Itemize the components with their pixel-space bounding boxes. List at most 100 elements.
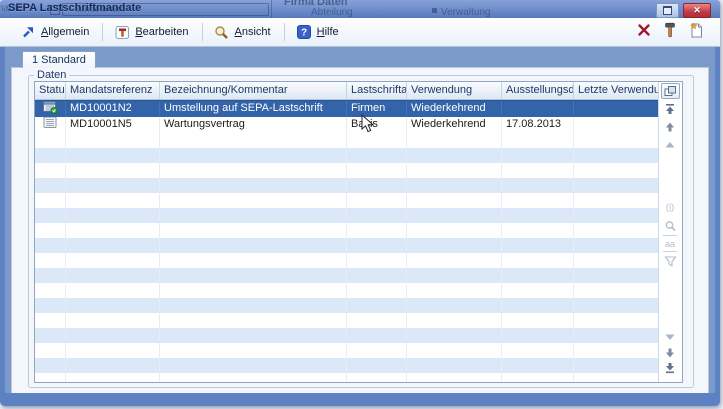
table-row[interactable]: MD10001N2Umstellung auf SEPA-Lastschrift… xyxy=(35,100,658,117)
grid-body: MD10001N2Umstellung auf SEPA-Lastschrift… xyxy=(35,100,658,382)
filter-icon xyxy=(664,255,677,268)
arrow-northeast-icon xyxy=(20,25,36,40)
menu-hilfe[interactable]: ?Hilfe xyxy=(290,23,347,42)
cell-letzte-verwendung xyxy=(574,101,658,117)
empty-cell xyxy=(66,163,160,178)
column-header-lastschriftart[interactable]: Lastschriftart xyxy=(347,82,407,99)
scroll-down-page-button[interactable] xyxy=(659,347,681,359)
toolbar-separator xyxy=(202,23,203,41)
scroll-up-button[interactable] xyxy=(659,139,681,151)
empty-row xyxy=(35,163,658,178)
empty-cell xyxy=(66,343,160,358)
cell-verwendung: Wiederkehrend xyxy=(407,117,502,133)
empty-cell xyxy=(66,298,160,313)
empty-cell xyxy=(66,373,160,382)
empty-cell xyxy=(407,358,502,373)
empty-cell xyxy=(35,148,66,163)
cell-bezeichnung-kommentar: Wartungsvertrag xyxy=(160,117,347,133)
ghost-divider xyxy=(271,0,272,18)
arrow-up-bar-icon xyxy=(664,103,676,115)
empty-cell xyxy=(35,253,66,268)
empty-cell xyxy=(407,223,502,238)
empty-cell xyxy=(347,358,407,373)
close-icon: ✕ xyxy=(693,5,701,16)
empty-cell xyxy=(574,268,658,283)
empty-cell xyxy=(160,133,347,148)
empty-cell xyxy=(574,148,658,163)
empty-cell xyxy=(35,283,66,298)
grid-main: StatusMandatsreferenzBezeichnung/Komment… xyxy=(35,82,658,382)
arrow-up-icon xyxy=(664,121,676,133)
empty-cell xyxy=(347,343,407,358)
empty-cell xyxy=(35,208,66,223)
column-header-letzte-verwendung[interactable]: Letzte Verwendung xyxy=(574,82,658,99)
hammer-icon xyxy=(663,22,677,43)
filter-button[interactable] xyxy=(659,255,681,268)
magnifier-icon xyxy=(214,25,230,40)
svg-text:?: ? xyxy=(301,28,307,39)
menu-allgemein[interactable]: Allgemein xyxy=(14,23,97,42)
empty-cell xyxy=(66,148,160,163)
copy-grid-button[interactable] xyxy=(661,83,680,99)
scroll-first-button[interactable] xyxy=(659,103,681,115)
empty-cell xyxy=(407,163,502,178)
empty-row xyxy=(35,313,658,328)
empty-cell xyxy=(347,283,407,298)
empty-cell xyxy=(574,313,658,328)
scroll-down-button[interactable] xyxy=(659,331,681,343)
empty-cell xyxy=(574,163,658,178)
titlebar[interactable]: name kunde brand Firma Daten Abteilung V… xyxy=(0,0,720,18)
column-header-ausstellungsdatum[interactable]: Ausstellungsdatum xyxy=(502,82,574,99)
empty-cell xyxy=(66,178,160,193)
tab-standard[interactable]: 1 Standard xyxy=(22,51,96,68)
table-row[interactable]: MD10001N5WartungsvertragBasisWiederkehre… xyxy=(35,117,658,133)
empty-cell xyxy=(347,238,407,253)
column-header-bezeichnung-kommentar[interactable]: Bezeichnung/Kommentar xyxy=(160,82,347,99)
empty-cell xyxy=(407,148,502,163)
empty-cell xyxy=(160,163,347,178)
empty-row xyxy=(35,208,658,223)
triangle-up-icon xyxy=(664,139,676,151)
empty-cell xyxy=(35,373,66,382)
empty-cell xyxy=(347,328,407,343)
tools-button[interactable] xyxy=(661,24,678,40)
delete-button[interactable] xyxy=(635,24,652,40)
column-header-verwendung[interactable]: Verwendung xyxy=(407,82,502,99)
search-button[interactable] xyxy=(659,220,681,233)
empty-cell xyxy=(407,178,502,193)
menu-bearbeiten[interactable]: Bearbeiten xyxy=(108,23,196,42)
empty-row xyxy=(35,358,658,373)
scroll-up-page-button[interactable] xyxy=(659,121,681,133)
edit-window-icon xyxy=(114,25,130,40)
empty-cell xyxy=(502,223,574,238)
empty-cell xyxy=(66,133,160,148)
empty-cell xyxy=(347,163,407,178)
cell-lastschriftart: Basis xyxy=(347,117,407,133)
new-document-button[interactable] xyxy=(687,24,704,40)
close-button[interactable]: ✕ xyxy=(683,3,711,18)
mandate-grid: StatusMandatsreferenzBezeichnung/Komment… xyxy=(34,81,683,383)
menu-label: Ansicht xyxy=(235,26,271,38)
empty-cell xyxy=(35,268,66,283)
empty-cell xyxy=(502,208,574,223)
empty-row xyxy=(35,133,658,148)
column-header-status[interactable]: Status xyxy=(35,82,66,99)
new-document-icon xyxy=(689,22,703,43)
text-size-button[interactable]: aa xyxy=(659,239,681,249)
sepa-mandate-window: name kunde brand Firma Daten Abteilung V… xyxy=(0,0,720,406)
restore-button[interactable] xyxy=(656,3,679,18)
empty-cell xyxy=(35,328,66,343)
empty-cell xyxy=(66,238,160,253)
scroll-last-button[interactable] xyxy=(659,362,681,374)
empty-cell xyxy=(407,328,502,343)
column-header-mandatsreferenz[interactable]: Mandatsreferenz xyxy=(66,82,160,99)
empty-cell xyxy=(574,358,658,373)
mandate-active-icon xyxy=(43,101,58,117)
empty-row xyxy=(35,298,658,313)
empty-cell xyxy=(502,298,574,313)
record-count-indicator: (|) xyxy=(659,202,681,212)
empty-cell xyxy=(407,133,502,148)
menu-ansicht[interactable]: Ansicht xyxy=(208,23,279,42)
empty-cell xyxy=(574,373,658,382)
cell-mandatsreferenz: MD10001N5 xyxy=(66,117,160,133)
